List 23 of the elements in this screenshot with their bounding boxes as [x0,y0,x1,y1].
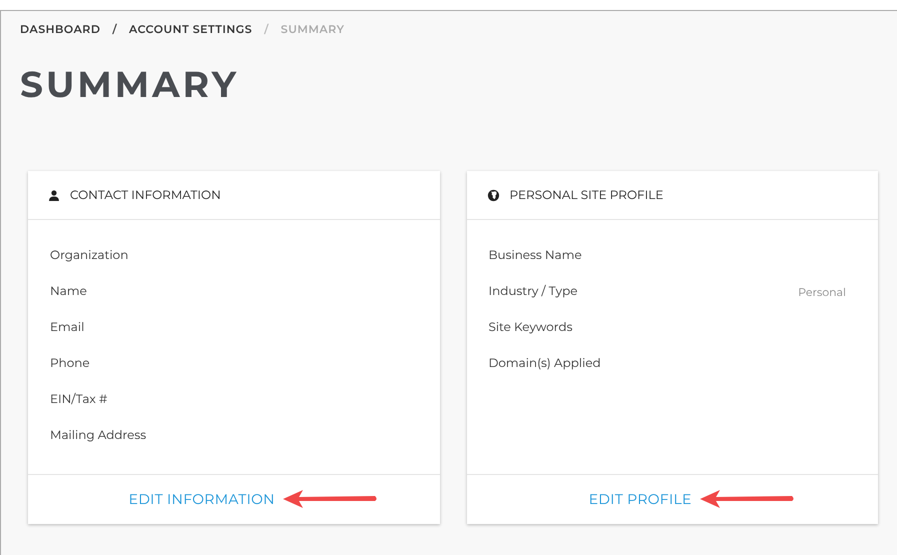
globe-icon [486,189,500,202]
breadcrumb-link[interactable]: DASHBOARD [20,21,100,38]
breadcrumb-link[interactable]: SUMMARY [280,21,344,38]
field-label: Domain(s) Applied [488,355,601,373]
card-title: PERSONAL SITE PROFILE [510,186,664,204]
field-label: Mailing Address [50,427,146,445]
field-label: Industry / Type [488,283,578,301]
field-label: EIN/Tax # [50,391,108,409]
field-value: Personal [798,284,846,300]
breadcrumb-link[interactable]: ACCOUNT SETTINGS [129,21,252,38]
field-label: Email [50,319,84,337]
field-label: Organization [50,247,128,265]
field-label: Site Keywords [488,319,572,337]
page-title: SUMMARY [20,66,240,102]
person-icon [48,190,60,202]
field-label: Name [50,283,87,301]
edit-link[interactable]: EDIT PROFILE [588,488,692,510]
field-label: Business Name [488,247,582,265]
edit-link[interactable]: EDIT INFORMATION [128,488,275,510]
breadcrumb-separator: / [264,21,269,38]
card-title: CONTACT INFORMATION [70,186,221,204]
field-label: Phone [50,355,90,373]
breadcrumb-separator: / [112,21,118,38]
